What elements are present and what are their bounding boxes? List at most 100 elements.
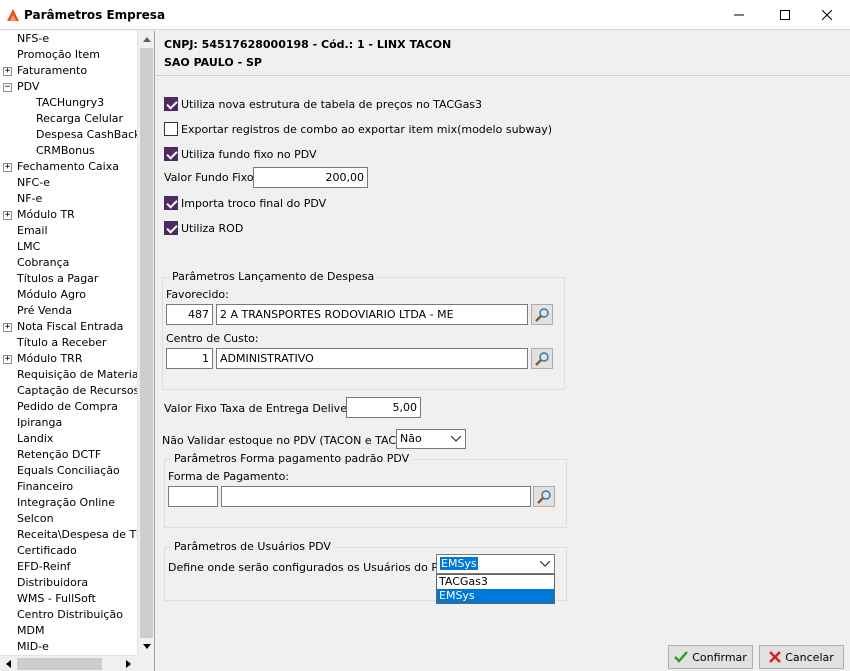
forma-pagamento-lookup-button[interactable] <box>533 486 555 507</box>
estoque-label: Não Validar estoque no PDV (TACON e TAC … <box>162 434 422 447</box>
tree-item[interactable]: Selcon <box>17 511 54 527</box>
usuarios-dropdown-list[interactable]: TACGas3 EMSys <box>436 574 555 604</box>
tree-item[interactable]: Integração Online <box>17 495 115 511</box>
tree-item[interactable]: Requisição de Materiais <box>17 367 147 383</box>
centro-custo-lookup-button[interactable] <box>531 348 553 369</box>
valor-fundo-fixo-label: Valor Fundo Fixo: <box>164 171 258 184</box>
tree-item[interactable]: Nota Fiscal Entrada <box>17 319 123 335</box>
chevron-down-icon <box>540 561 550 567</box>
tree-expand-icon[interactable]: + <box>3 211 12 220</box>
despesa-group: Parâmetros Lançamento de Despesa Favorec… <box>162 270 565 390</box>
scroll-right-arrow-icon[interactable] <box>120 656 137 671</box>
favorecido-name-input[interactable]: 2 A TRANSPORTES RODOVIARIO LTDA - ME <box>216 304 528 325</box>
title-bar: Parâmetros Empresa <box>0 0 850 30</box>
tree-expand-icon[interactable]: + <box>3 163 12 172</box>
nova-estrutura-label: Utiliza nova estrutura de tabela de preç… <box>181 98 483 111</box>
usuarios-option-tacgas3[interactable]: TACGas3 <box>437 575 554 589</box>
tree-vertical-scrollbar[interactable] <box>137 31 154 655</box>
tree-item[interactable]: Equals Conciliação <box>17 463 120 479</box>
tree-item[interactable]: Pré Venda <box>17 303 72 319</box>
confirm-button[interactable]: Confirmar <box>668 645 753 669</box>
centro-custo-code-input[interactable]: 1 <box>166 348 213 369</box>
tree-item[interactable]: Fechamento Caixa <box>17 159 119 175</box>
tree-item[interactable]: NF-e <box>17 191 42 207</box>
tree-item[interactable]: Captação de Recursos <box>17 383 139 399</box>
tree-expand-icon[interactable]: + <box>3 355 12 364</box>
favorecido-code-input[interactable]: 487 <box>166 304 213 325</box>
company-cnpj: CNPJ: 54517628000198 - Cód.: 1 - LINX TA… <box>164 38 452 51</box>
tree-item[interactable]: Despesa CashBack <box>36 127 141 143</box>
importa-troco-checkbox[interactable] <box>164 196 178 210</box>
tree-item[interactable]: Cobrança <box>17 255 69 271</box>
tree-item[interactable]: Receita\Despesa de Titul <box>17 527 153 543</box>
tree-item[interactable]: NFC-e <box>17 175 50 191</box>
tree-item[interactable]: Ipiranga <box>17 415 62 431</box>
tree-item[interactable]: Certificado <box>17 543 77 559</box>
tree-item[interactable]: Retenção DCTF <box>17 447 101 463</box>
tree-horizontal-scrollbar[interactable] <box>0 655 137 671</box>
usuarios-group: Parâmetros de Usuários PDV Define onde s… <box>164 540 567 604</box>
fundo-fixo-checkbox[interactable] <box>164 147 178 161</box>
tree-item[interactable]: Faturamento <box>17 63 87 79</box>
tree-item[interactable]: Títulos a Pagar <box>17 271 98 287</box>
tree-item[interactable]: Email <box>17 223 48 239</box>
close-icon <box>822 10 832 20</box>
delivery-fee-label: Valor Fixo Taxa de Entrega Delivery: <box>164 402 361 415</box>
tree-expand-icon[interactable]: + <box>3 67 12 76</box>
maximize-button[interactable] <box>762 0 808 30</box>
tree-item[interactable]: WMS - FullSoft <box>17 591 96 607</box>
tree-expand-icon[interactable]: + <box>3 323 12 332</box>
favorecido-lookup-button[interactable] <box>531 304 553 325</box>
tree-item[interactable]: Landix <box>17 431 53 447</box>
scroll-up-arrow-icon[interactable] <box>138 31 154 48</box>
close-button[interactable] <box>804 0 850 30</box>
tree-item[interactable]: TACHungry3 <box>36 95 104 111</box>
estoque-select[interactable]: Não <box>396 429 466 449</box>
fundo-fixo-label: Utiliza fundo fixo no PDV <box>181 148 317 161</box>
forma-pagamento-code-input[interactable] <box>168 486 218 507</box>
tree-item[interactable]: Promoção Item <box>17 47 100 63</box>
tree-item[interactable]: Módulo Agro <box>17 287 86 303</box>
tree-item[interactable]: EFD-Reinf <box>17 559 71 575</box>
tree-item[interactable]: MDM <box>17 623 44 639</box>
tree-item[interactable]: Financeiro <box>17 479 73 495</box>
forma-pagamento-name-input[interactable] <box>221 486 531 507</box>
tree-collapse-icon[interactable]: − <box>3 83 12 92</box>
scroll-down-arrow-icon[interactable] <box>138 638 154 655</box>
nova-estrutura-checkbox[interactable] <box>164 97 178 111</box>
tree-item[interactable]: Distribuidora <box>17 575 88 591</box>
cancel-button[interactable]: Cancelar <box>759 645 844 669</box>
magnifier-icon <box>535 307 549 322</box>
tree-item[interactable]: CRMBonus <box>36 143 95 159</box>
favorecido-label: Favorecido: <box>166 288 229 301</box>
tree-item[interactable]: Módulo TRR <box>17 351 82 367</box>
tree-item[interactable]: NFS-e <box>17 31 49 47</box>
usuarios-select[interactable]: EMSys <box>436 554 555 574</box>
utiliza-rod-checkbox[interactable] <box>164 221 178 235</box>
parameters-content: Utiliza nova estrutura de tabela de preç… <box>156 76 850 616</box>
importa-troco-label: Importa troco final do PDV <box>181 197 327 210</box>
scrollbar-corner <box>137 655 154 671</box>
usuarios-option-emsys[interactable]: EMSys <box>437 589 554 603</box>
minimize-button[interactable] <box>716 0 762 30</box>
valor-fundo-fixo-input[interactable]: 200,00 <box>253 167 368 188</box>
exportar-combo-label: Exportar registros de combo ao exportar … <box>181 123 553 136</box>
delivery-fee-input[interactable]: 5,00 <box>346 397 421 418</box>
cancel-button-label: Cancelar <box>785 650 834 664</box>
parameters-tree[interactable]: NFS-e Promoção Item + Faturamento − PDV TACHun… <box>0 31 155 671</box>
tree-vertical-scroll-thumb[interactable] <box>140 48 153 638</box>
exportar-combo-checkbox[interactable] <box>164 122 178 136</box>
tree-item[interactable]: Módulo TR <box>17 207 75 223</box>
tree-item[interactable]: Título a Receber <box>17 335 107 351</box>
tree-item[interactable]: Centro Distribuição <box>17 607 123 623</box>
usuarios-group-title: Parâmetros de Usuários PDV <box>171 540 334 553</box>
tree-item[interactable]: LMC <box>17 239 40 255</box>
tree-horizontal-scroll-thumb[interactable] <box>17 658 102 670</box>
tree-item[interactable]: MID-e <box>17 639 49 655</box>
centro-custo-name-input[interactable]: ADMINISTRATIVO <box>216 348 528 369</box>
tree-item[interactable]: Pedido de Compra <box>17 399 118 415</box>
tree-item[interactable]: PDV <box>17 79 39 95</box>
scroll-left-arrow-icon[interactable] <box>0 656 17 671</box>
tree-item[interactable]: Recarga Celular <box>36 111 123 127</box>
utiliza-rod-label: Utiliza ROD <box>181 222 244 235</box>
